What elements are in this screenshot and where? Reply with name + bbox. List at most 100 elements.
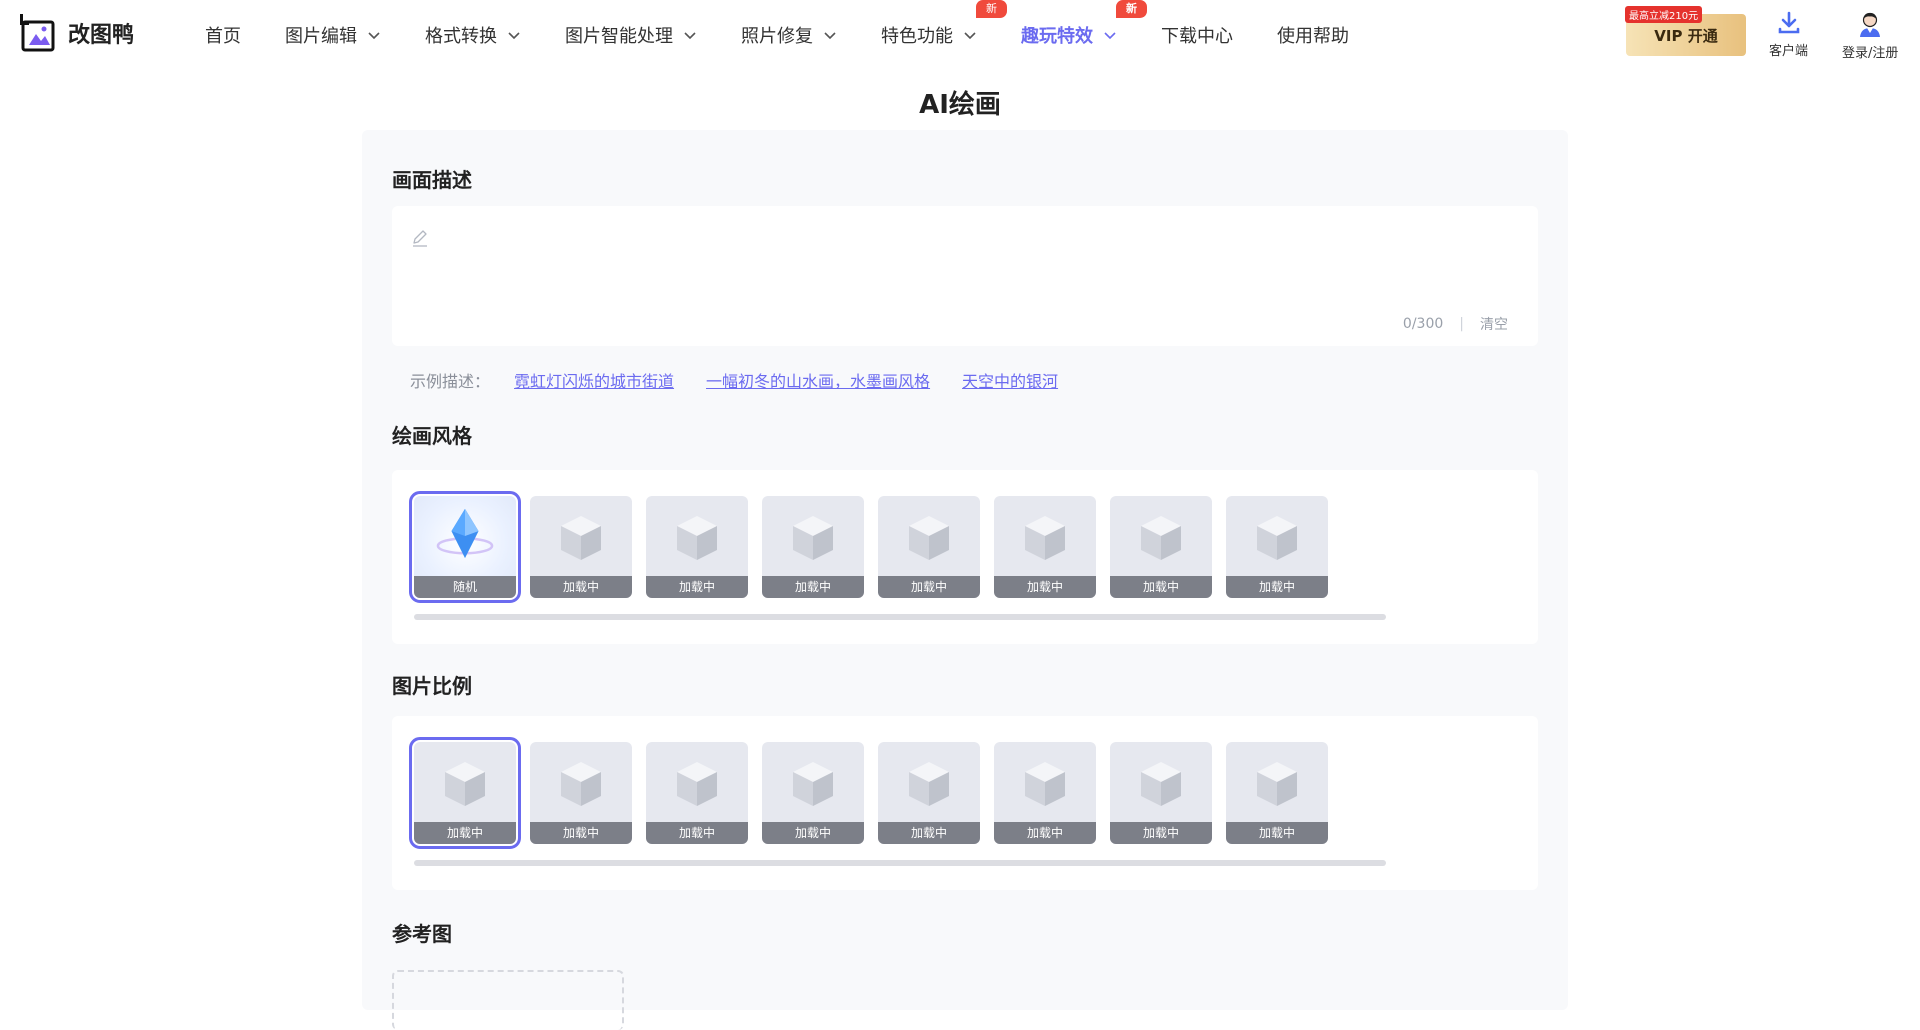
brand-name: 改图鸭 <box>68 23 135 48</box>
example-prompts: 示例描述： 霓虹灯闪烁的城市街道 一幅初冬的山水画，水墨画风格 天空中的银河 <box>410 368 1090 392</box>
style-option-caption: 加载中 <box>530 576 632 598</box>
placeholder-cube-icon <box>1141 516 1181 560</box>
prompt-section-title: 画面描述 <box>392 168 472 192</box>
style-option[interactable]: 加载中 <box>762 496 864 598</box>
ratio-section-title: 图片比例 <box>392 674 472 698</box>
nav-item-label: 首页 <box>205 26 241 47</box>
nav-item[interactable]: 下载中心 <box>1161 22 1233 48</box>
style-option[interactable]: 随机 <box>409 491 521 603</box>
placeholder-cube-icon <box>793 516 833 560</box>
nav-item[interactable]: 图片智能处理 <box>565 22 697 48</box>
style-selector: 随机 加载中 加载中 加载中 加载中 加载中 加载中 加载中 <box>392 470 1538 644</box>
style-scrollbar[interactable] <box>414 614 1386 620</box>
ratio-selector: 加载中 加载中 加载中 加载中 加载中 加载中 加载中 加载中 <box>392 716 1538 890</box>
style-option[interactable]: 加载中 <box>530 496 632 598</box>
placeholder-cube-icon <box>909 516 949 560</box>
nav-item[interactable]: 图片编辑 <box>285 22 381 48</box>
style-option[interactable]: 加载中 <box>1226 496 1328 598</box>
style-option-caption: 加载中 <box>646 576 748 598</box>
vip-button[interactable]: 最高立减210元 VIP 开通 <box>1625 6 1746 56</box>
ratio-option[interactable]: 加载中 <box>762 742 864 844</box>
placeholder-cube-icon <box>909 762 949 806</box>
nav-item[interactable]: 照片修复 <box>741 22 837 48</box>
ratio-option[interactable]: 加载中 <box>646 742 748 844</box>
vip-label: VIP 开通 <box>1654 26 1718 45</box>
style-option-caption: 加载中 <box>762 576 864 598</box>
nav-item-label: 使用帮助 <box>1277 26 1349 47</box>
login-label: 登录/注册 <box>1842 46 1899 61</box>
clear-button[interactable]: 清空 <box>1480 314 1508 334</box>
new-badge: 新 <box>1116 0 1147 18</box>
ratio-option-caption: 加载中 <box>530 822 632 844</box>
placeholder-cube-icon <box>677 762 717 806</box>
placeholder-cube-icon <box>1025 762 1065 806</box>
prompt-input[interactable]: 0/300 | 清空 <box>392 206 1538 346</box>
style-option[interactable]: 加载中 <box>646 496 748 598</box>
new-badge: 新 <box>976 0 1007 18</box>
placeholder-cube-icon <box>445 762 485 806</box>
top-header: 改图鸭 首页 图片编辑 格式转换 图片智能处理 照片修复 特色功能新趣玩特效新下载中心 使用… <box>0 0 1920 70</box>
nav-item-label: 图片智能处理 <box>565 26 673 47</box>
style-option-caption: 随机 <box>414 576 516 598</box>
main-nav: 首页 图片编辑 格式转换 图片智能处理 照片修复 特色功能新趣玩特效新下载中心 使用帮助 <box>205 0 1393 70</box>
ratio-option-caption: 加载中 <box>646 822 748 844</box>
nav-item-label: 图片编辑 <box>285 26 357 47</box>
placeholder-cube-icon <box>677 516 717 560</box>
nav-item-label: 特色功能 <box>881 26 953 47</box>
ratio-option[interactable]: 加载中 <box>1110 742 1212 844</box>
placeholder-cube-icon <box>1025 516 1065 560</box>
nav-item-label: 下载中心 <box>1161 26 1233 47</box>
ai-painting-panel: 画面描述 0/300 | 清空 示例描述： 霓虹灯闪烁的城市街道 一幅初冬的山水… <box>362 130 1568 1030</box>
chevron-down-icon <box>684 32 696 40</box>
reference-section-title: 参考图 <box>392 922 452 946</box>
ratio-option[interactable]: 加载中 <box>530 742 632 844</box>
ratio-option-caption: 加载中 <box>414 822 516 844</box>
prompt-footer: 0/300 | 清空 <box>1403 314 1508 334</box>
placeholder-cube-icon <box>1257 762 1297 806</box>
reference-upload-area[interactable] <box>392 970 624 1030</box>
ratio-option[interactable]: 加载中 <box>409 737 521 849</box>
random-style-icon <box>436 508 494 559</box>
ratio-option[interactable]: 加载中 <box>1226 742 1328 844</box>
example-prompt-link[interactable]: 天空中的银河 <box>962 368 1058 392</box>
ratio-option-caption: 加载中 <box>1226 822 1328 844</box>
nav-item-label: 趣玩特效 <box>1021 26 1093 47</box>
avatar-icon <box>1860 12 1881 37</box>
download-icon <box>1778 11 1799 34</box>
style-option[interactable]: 加载中 <box>1110 496 1212 598</box>
pencil-icon <box>413 230 427 247</box>
chevron-down-icon <box>964 32 976 40</box>
placeholder-cube-icon <box>1141 762 1181 806</box>
example-prompt-link[interactable]: 霓虹灯闪烁的城市街道 <box>514 368 674 392</box>
placeholder-cube-icon <box>793 762 833 806</box>
vip-promo-tag: 最高立减210元 <box>1625 6 1703 23</box>
placeholder-cube-icon <box>561 516 601 560</box>
chevron-down-icon <box>368 32 380 40</box>
client-label: 客户端 <box>1769 44 1809 59</box>
ratio-option-caption: 加载中 <box>1110 822 1212 844</box>
nav-item[interactable]: 使用帮助 <box>1277 22 1349 48</box>
chevron-down-icon <box>1104 32 1116 40</box>
ratio-scrollbar[interactable] <box>414 860 1386 866</box>
placeholder-cube-icon <box>1257 516 1297 560</box>
nav-item-label: 格式转换 <box>425 26 497 47</box>
login-button[interactable]: 登录/注册 <box>1842 10 1898 61</box>
example-prompt-link[interactable]: 一幅初冬的山水画，水墨画风格 <box>706 368 930 392</box>
chevron-down-icon <box>508 32 520 40</box>
client-download-button[interactable]: 客户端 <box>1769 10 1808 59</box>
style-option-caption: 加载中 <box>994 576 1096 598</box>
nav-item[interactable]: 趣玩特效 新 <box>1021 0 1147 48</box>
style-option-caption: 加载中 <box>1110 576 1212 598</box>
nav-item[interactable]: 特色功能 新 <box>881 0 1007 48</box>
style-option[interactable]: 加载中 <box>878 496 980 598</box>
brand-logo[interactable]: 改图鸭 <box>20 14 134 52</box>
placeholder-cube-icon <box>561 762 601 806</box>
nav-item[interactable]: 格式转换 <box>425 22 521 48</box>
ratio-option[interactable]: 加载中 <box>994 742 1096 844</box>
ratio-option[interactable]: 加载中 <box>878 742 980 844</box>
char-counter: 0/300 <box>1402 316 1444 332</box>
nav-item[interactable]: 首页 <box>205 22 241 48</box>
style-section-title: 绘画风格 <box>392 424 472 448</box>
style-option-caption: 加载中 <box>1226 576 1328 598</box>
style-option[interactable]: 加载中 <box>994 496 1096 598</box>
